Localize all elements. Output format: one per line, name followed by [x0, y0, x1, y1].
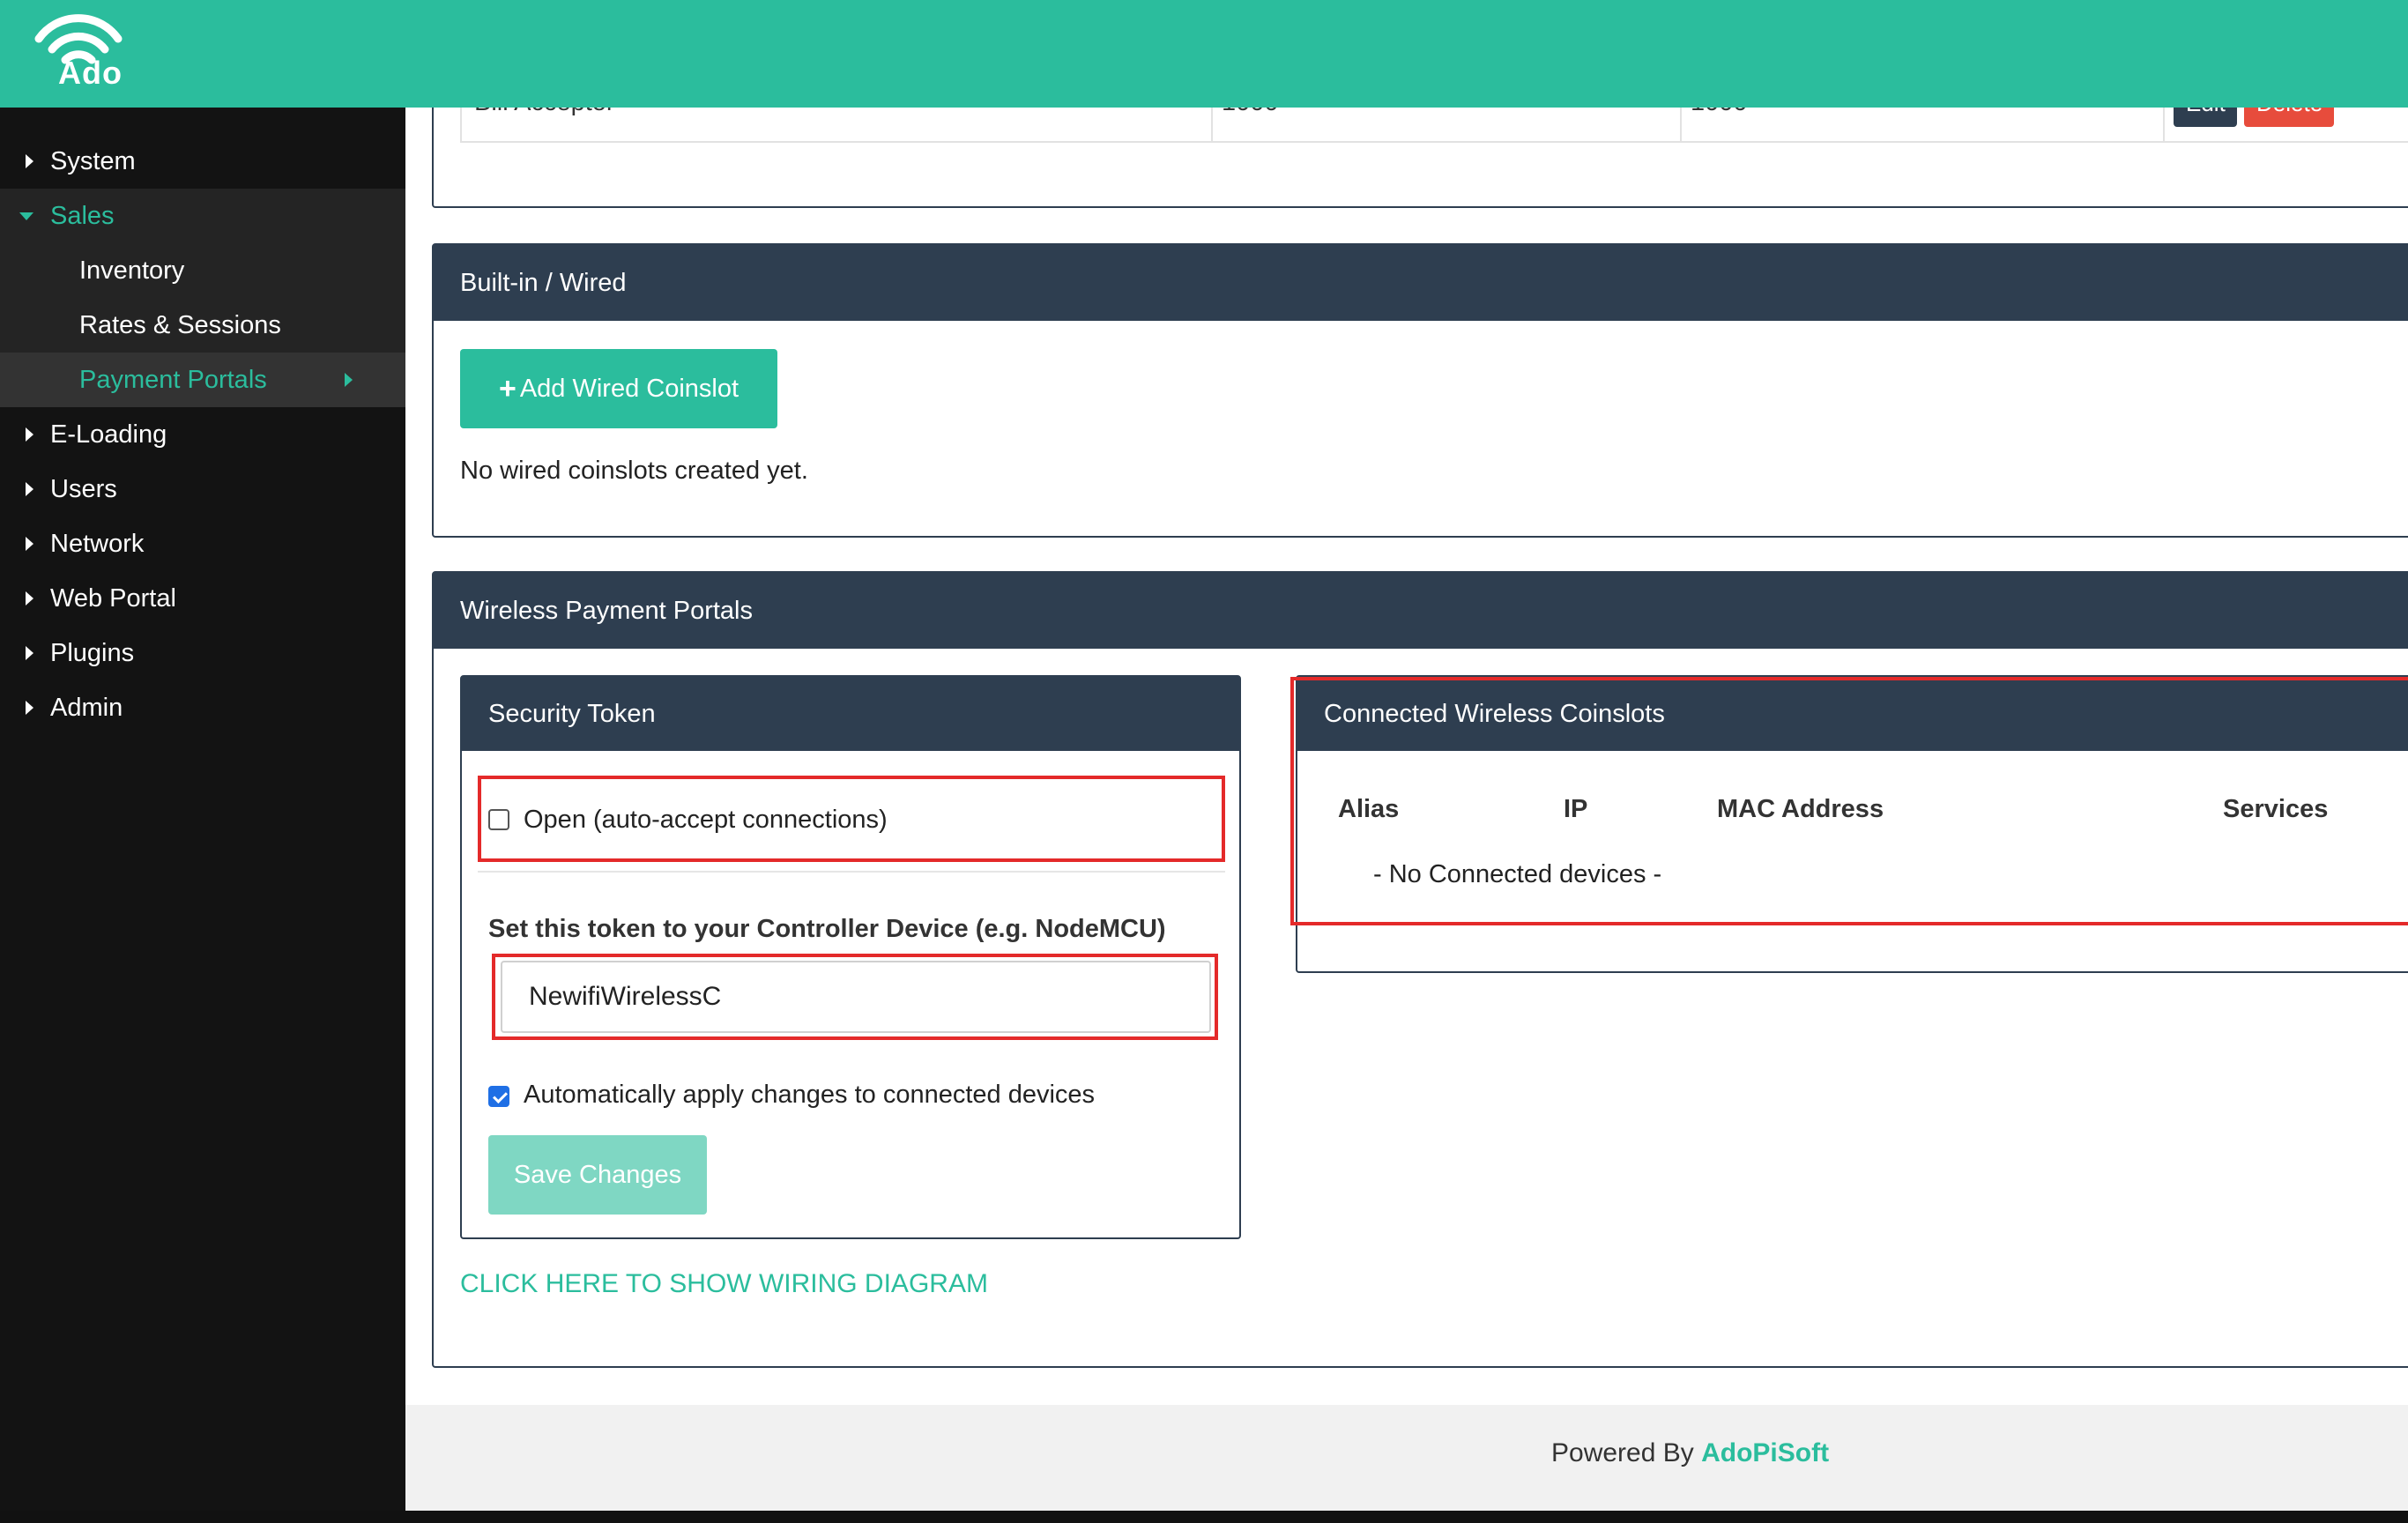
- connected-coinslots-highlight: [1290, 677, 2408, 925]
- table-cell: Bill Acceptor: [474, 108, 615, 117]
- caret-right-icon: [26, 537, 33, 551]
- sidebar-item-network[interactable]: Network: [0, 516, 405, 571]
- save-changes-button[interactable]: Save Changes: [488, 1135, 707, 1215]
- edit-button-label: Edit: [2186, 108, 2226, 117]
- cell-divider: [1680, 108, 1682, 141]
- sidebar-item-e-loading[interactable]: E-Loading: [0, 407, 405, 462]
- sidebar-item-label: Sales: [50, 201, 115, 230]
- show-wiring-diagram-link[interactable]: CLICK HERE TO SHOW WIRING DIAGRAM: [460, 1269, 988, 1299]
- token-input-value: NewifiWirelessC: [529, 982, 722, 1011]
- sidebar-item-label: Rates & Sessions: [79, 310, 281, 339]
- wired-card: Built-in / Wired + Add Wired Coinslot No…: [432, 243, 2408, 538]
- sidebar-item-system[interactable]: System: [0, 134, 405, 189]
- footer: Powered By AdoPiSoft: [405, 1405, 2408, 1511]
- token-field-label: Set this token to your Controller Device…: [488, 915, 1166, 943]
- plus-icon: +: [498, 371, 517, 405]
- caret-right-icon: [26, 154, 33, 168]
- bottom-edge: [0, 1511, 2408, 1523]
- security-token-header: Security Token: [462, 677, 1239, 751]
- sidebar-item-label: Admin: [50, 693, 123, 722]
- divider: [478, 871, 1225, 873]
- delete-button-label: Delete: [2256, 108, 2323, 117]
- sidebar-item-label: Web Portal: [50, 583, 176, 613]
- open-connections-checkbox[interactable]: [488, 809, 509, 830]
- cell-divider: [1211, 108, 1213, 141]
- wireless-card-title: Wireless Payment Portals: [460, 596, 753, 625]
- caret-right-icon: [26, 646, 33, 660]
- sidebar-item-plugins[interactable]: Plugins: [0, 626, 405, 680]
- caret-right-icon: [26, 591, 33, 605]
- open-connections-label: Open (auto-accept connections): [524, 806, 888, 834]
- sidebar-item-users[interactable]: Users: [0, 462, 405, 516]
- caret-right-icon: [26, 701, 33, 715]
- brand-name[interactable]: Ado: [58, 55, 123, 92]
- table-cell: 1000: [1222, 108, 1279, 117]
- save-changes-label: Save Changes: [513, 1160, 682, 1189]
- sidebar-item-label: E-Loading: [50, 420, 167, 449]
- footer-powered-by: Powered By: [1551, 1438, 1694, 1467]
- sidebar-item-web-portal[interactable]: Web Portal: [0, 571, 405, 626]
- caret-right-icon: [345, 373, 353, 387]
- top-bar: [0, 0, 2408, 108]
- security-token-title: Security Token: [488, 699, 656, 728]
- sidebar-item-label: Inventory: [79, 256, 185, 285]
- sidebar-item-rates-sessions[interactable]: Rates & Sessions: [0, 298, 405, 353]
- sidebar-item-payment-portals[interactable]: Payment Portals: [0, 353, 405, 407]
- bill-acceptor-card: Bill Acceptor 1000 1000 Edit Delete: [432, 108, 2408, 208]
- add-wired-coinslot-label: Add Wired Coinslot: [519, 374, 739, 403]
- sidebar-item-inventory[interactable]: Inventory: [0, 243, 405, 298]
- caret-right-icon: [26, 427, 33, 442]
- sidebar-item-sales[interactable]: Sales: [0, 189, 405, 243]
- auto-apply-label: Automatically apply changes to connected…: [524, 1081, 1096, 1109]
- sidebar-item-label: Users: [50, 474, 117, 503]
- cell-divider: [2163, 108, 2165, 141]
- wired-card-title: Built-in / Wired: [460, 268, 627, 297]
- table-cell: 1000: [1691, 108, 1748, 117]
- edit-button[interactable]: Edit: [2174, 108, 2237, 127]
- token-input[interactable]: NewifiWirelessC: [501, 961, 1211, 1033]
- sidebar-item-label: Payment Portals: [79, 365, 267, 394]
- sidebar-item-admin[interactable]: Admin: [0, 680, 405, 735]
- auto-apply-checkbox[interactable]: [488, 1086, 509, 1107]
- footer-brand-link[interactable]: AdoPiSoft: [1701, 1438, 1829, 1467]
- table-row: Bill Acceptor 1000 1000 Edit Delete: [460, 108, 2408, 143]
- sidebar-item-label: Network: [50, 529, 145, 558]
- security-token-panel: Security Token Open (auto-accept connect…: [460, 675, 1241, 1239]
- wireless-card: Wireless Payment Portals Security Token …: [432, 571, 2408, 1368]
- caret-down-icon: [19, 212, 33, 220]
- delete-button[interactable]: Delete: [2244, 108, 2334, 127]
- sidebar-item-label: System: [50, 146, 136, 175]
- wireless-card-header: Wireless Payment Portals: [434, 573, 2408, 649]
- add-wired-coinslot-button[interactable]: + Add Wired Coinslot: [460, 349, 777, 428]
- sidebar-item-label: Plugins: [50, 638, 135, 667]
- wired-empty-text: No wired coinslots created yet.: [460, 457, 808, 485]
- caret-right-icon: [26, 482, 33, 496]
- wired-card-header: Built-in / Wired: [434, 245, 2408, 321]
